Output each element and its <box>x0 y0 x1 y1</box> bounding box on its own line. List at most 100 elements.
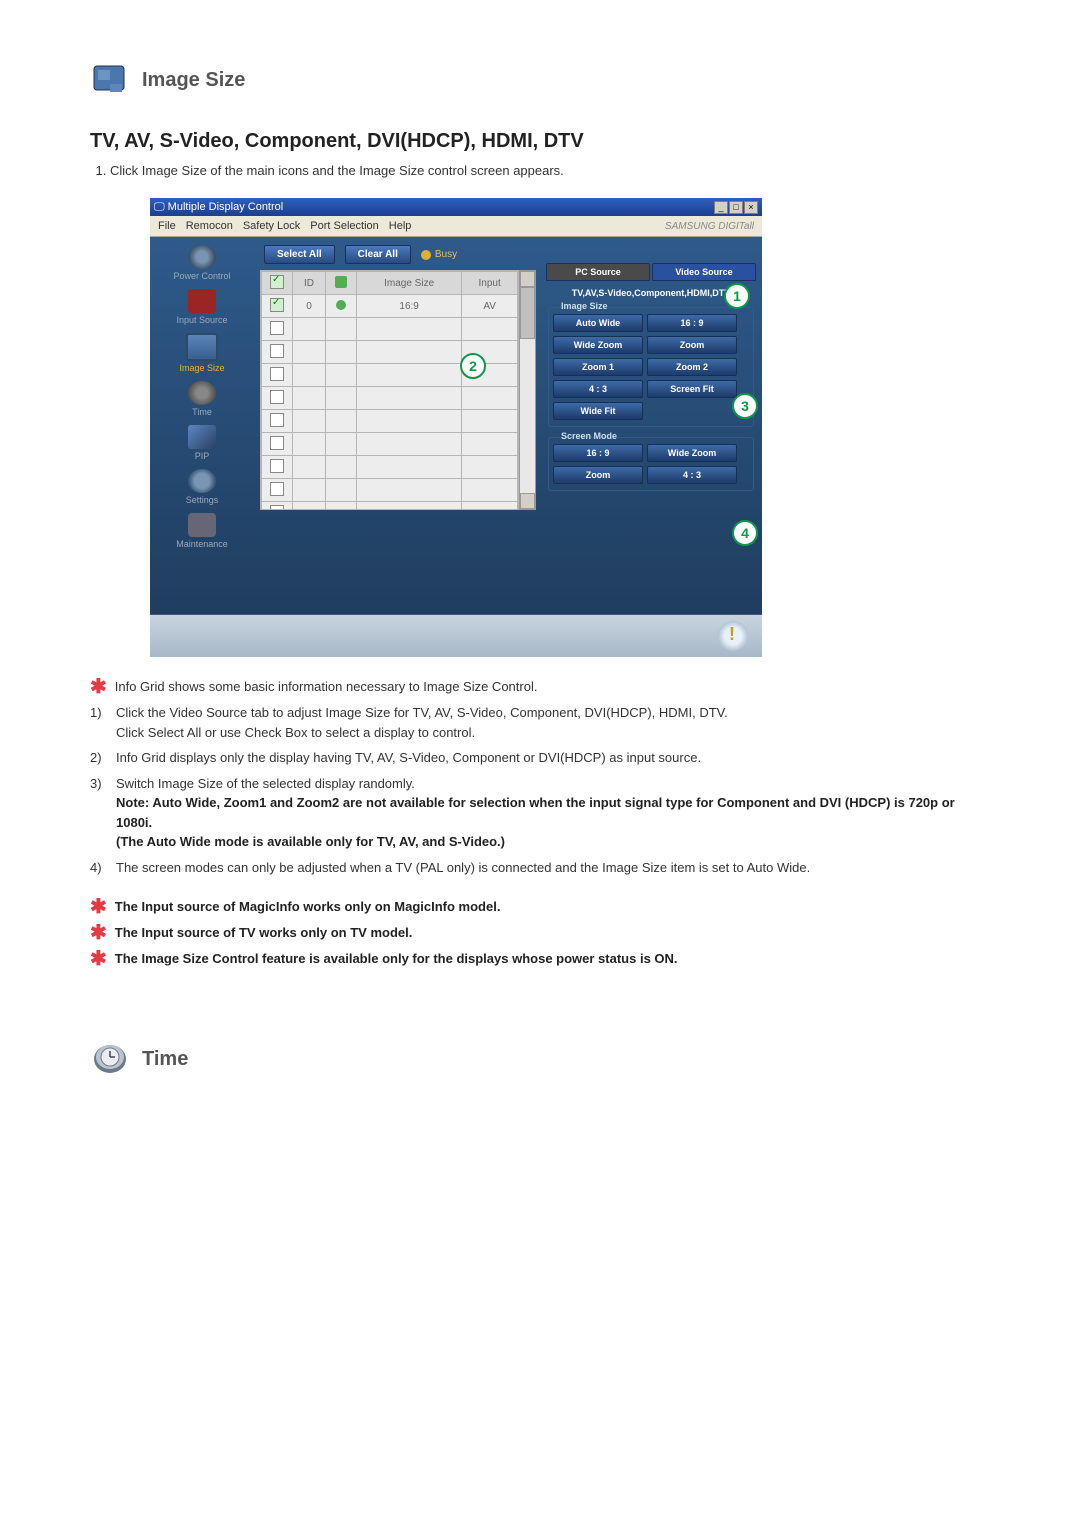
table-row <box>262 456 518 479</box>
col-status <box>326 272 357 295</box>
busy-indicator: Busy <box>421 249 457 260</box>
option-auto-wide[interactable]: Auto Wide <box>553 314 643 332</box>
row-checkbox[interactable] <box>270 390 284 404</box>
note-star2: The Input source of MagicInfo works only… <box>115 897 501 917</box>
row-checkbox[interactable] <box>270 436 284 450</box>
legend-image-size: Image Size <box>557 301 612 311</box>
row-checkbox[interactable] <box>270 459 284 473</box>
scroll-down-arrow[interactable] <box>520 493 535 509</box>
instruction-1: Click Image Size of the main icons and t… <box>110 163 990 178</box>
instruction-list: Click Image Size of the main icons and t… <box>90 163 990 178</box>
clear-all-button[interactable]: Clear All <box>345 245 411 264</box>
section-header-time: Time <box>90 1039 990 1079</box>
status-header-icon <box>335 276 347 288</box>
mode-4-3[interactable]: 4 : 3 <box>647 466 737 484</box>
image-size-icon <box>90 60 130 100</box>
note-star4: The Image Size Control feature is availa… <box>115 949 678 969</box>
table-row[interactable]: 0 16:9 AV <box>262 295 518 318</box>
mode-zoom[interactable]: Zoom <box>553 466 643 484</box>
menu-safety-lock[interactable]: Safety Lock <box>243 220 300 232</box>
note-1b: Click Select All or use Check Box to sel… <box>116 725 475 740</box>
table-row <box>262 410 518 433</box>
star-icon: ✱ <box>90 677 107 697</box>
cell-id: 0 <box>293 295 326 318</box>
status-dot-icon <box>336 300 346 310</box>
sidebar-item-settings[interactable]: Settings <box>157 467 247 509</box>
scroll-thumb[interactable] <box>520 287 535 339</box>
header-checkbox[interactable] <box>270 275 284 289</box>
legend-screen-mode: Screen Mode <box>557 431 621 441</box>
num-1: 1) <box>90 703 108 723</box>
select-all-button[interactable]: Select All <box>264 245 335 264</box>
callout-4: 4 <box>732 520 758 546</box>
star-icon: ✱ <box>90 923 107 943</box>
star-icon: ✱ <box>90 897 107 917</box>
row-checkbox[interactable] <box>270 298 284 312</box>
menu-help[interactable]: Help <box>389 220 412 232</box>
menu-file[interactable]: File <box>158 220 176 232</box>
note-3-note: Note: Auto Wide, Zoom1 and Zoom2 are not… <box>116 795 955 830</box>
menu-remocon[interactable]: Remocon <box>186 220 233 232</box>
num-2: 2) <box>90 748 108 768</box>
star-icon: ✱ <box>90 949 107 969</box>
num-3: 3) <box>90 774 108 794</box>
row-checkbox[interactable] <box>270 505 284 511</box>
tab-pc-source[interactable]: PC Source <box>546 263 650 281</box>
close-button[interactable]: × <box>744 201 758 214</box>
section-title: Image Size <box>142 69 245 92</box>
note-1a: Click the Video Source tab to adjust Ima… <box>116 705 728 720</box>
status-strip <box>150 614 762 657</box>
sidebar-item-image-size[interactable]: Image Size <box>157 331 247 377</box>
note-2: Info Grid displays only the display havi… <box>116 748 701 768</box>
row-checkbox[interactable] <box>270 367 284 381</box>
group-image-size: Image Size Auto Wide 16 : 9 Wide Zoom Zo… <box>548 307 754 427</box>
callout-3: 3 <box>732 393 758 419</box>
center-toolbar: Select All Clear All Busy <box>260 243 536 266</box>
option-screen-fit[interactable]: Screen Fit <box>647 380 737 398</box>
note-4: The screen modes can only be adjusted wh… <box>116 858 810 878</box>
sidebar: Power Control Input Source Image Size Ti… <box>150 237 254 614</box>
window-controls: _ □ × <box>714 201 758 214</box>
input-source-icon <box>188 289 216 313</box>
vertical-scrollbar[interactable] <box>519 270 536 510</box>
table-row <box>262 479 518 502</box>
option-wide-fit[interactable]: Wide Fit <box>553 402 643 420</box>
option-zoom[interactable]: Zoom <box>647 336 737 354</box>
sidebar-item-time[interactable]: Time <box>157 379 247 421</box>
window-title: Multiple Display Control <box>168 201 284 213</box>
table-row <box>262 318 518 341</box>
row-checkbox[interactable] <box>270 344 284 358</box>
warning-icon <box>718 621 748 651</box>
sidebar-item-input[interactable]: Input Source <box>157 287 247 329</box>
section-title-time: Time <box>142 1048 188 1071</box>
minimize-button[interactable]: _ <box>714 201 728 214</box>
option-16-9[interactable]: 16 : 9 <box>647 314 737 332</box>
time-icon <box>188 381 216 405</box>
tab-video-source[interactable]: Video Source <box>652 263 756 281</box>
info-grid-table: ID Image Size Input 0 16:9 AV <box>261 271 518 510</box>
embedded-screenshot: 🖵 Multiple Display Control _ □ × File Re… <box>150 198 762 657</box>
mode-16-9[interactable]: 16 : 9 <box>553 444 643 462</box>
image-size-icon <box>186 333 218 361</box>
callout-2: 2 <box>460 353 486 379</box>
row-checkbox[interactable] <box>270 321 284 335</box>
option-4-3[interactable]: 4 : 3 <box>553 380 643 398</box>
app-icon: 🖵 <box>154 201 168 213</box>
table-row <box>262 387 518 410</box>
maximize-button[interactable]: □ <box>729 201 743 214</box>
col-id: ID <box>293 272 326 295</box>
row-checkbox[interactable] <box>270 413 284 427</box>
scroll-up-arrow[interactable] <box>520 271 535 287</box>
row-checkbox[interactable] <box>270 482 284 496</box>
option-zoom2[interactable]: Zoom 2 <box>647 358 737 376</box>
maintenance-icon <box>188 513 216 537</box>
menu-port-selection[interactable]: Port Selection <box>310 220 378 232</box>
mode-wide-zoom[interactable]: Wide Zoom <box>647 444 737 462</box>
num-4: 4) <box>90 858 108 878</box>
sidebar-item-maintenance[interactable]: Maintenance <box>157 511 247 553</box>
sidebar-item-power[interactable]: Power Control <box>157 243 247 285</box>
sidebar-item-pip[interactable]: PIP <box>157 423 247 465</box>
option-wide-zoom[interactable]: Wide Zoom <box>553 336 643 354</box>
col-check <box>262 272 293 295</box>
option-zoom1[interactable]: Zoom 1 <box>553 358 643 376</box>
